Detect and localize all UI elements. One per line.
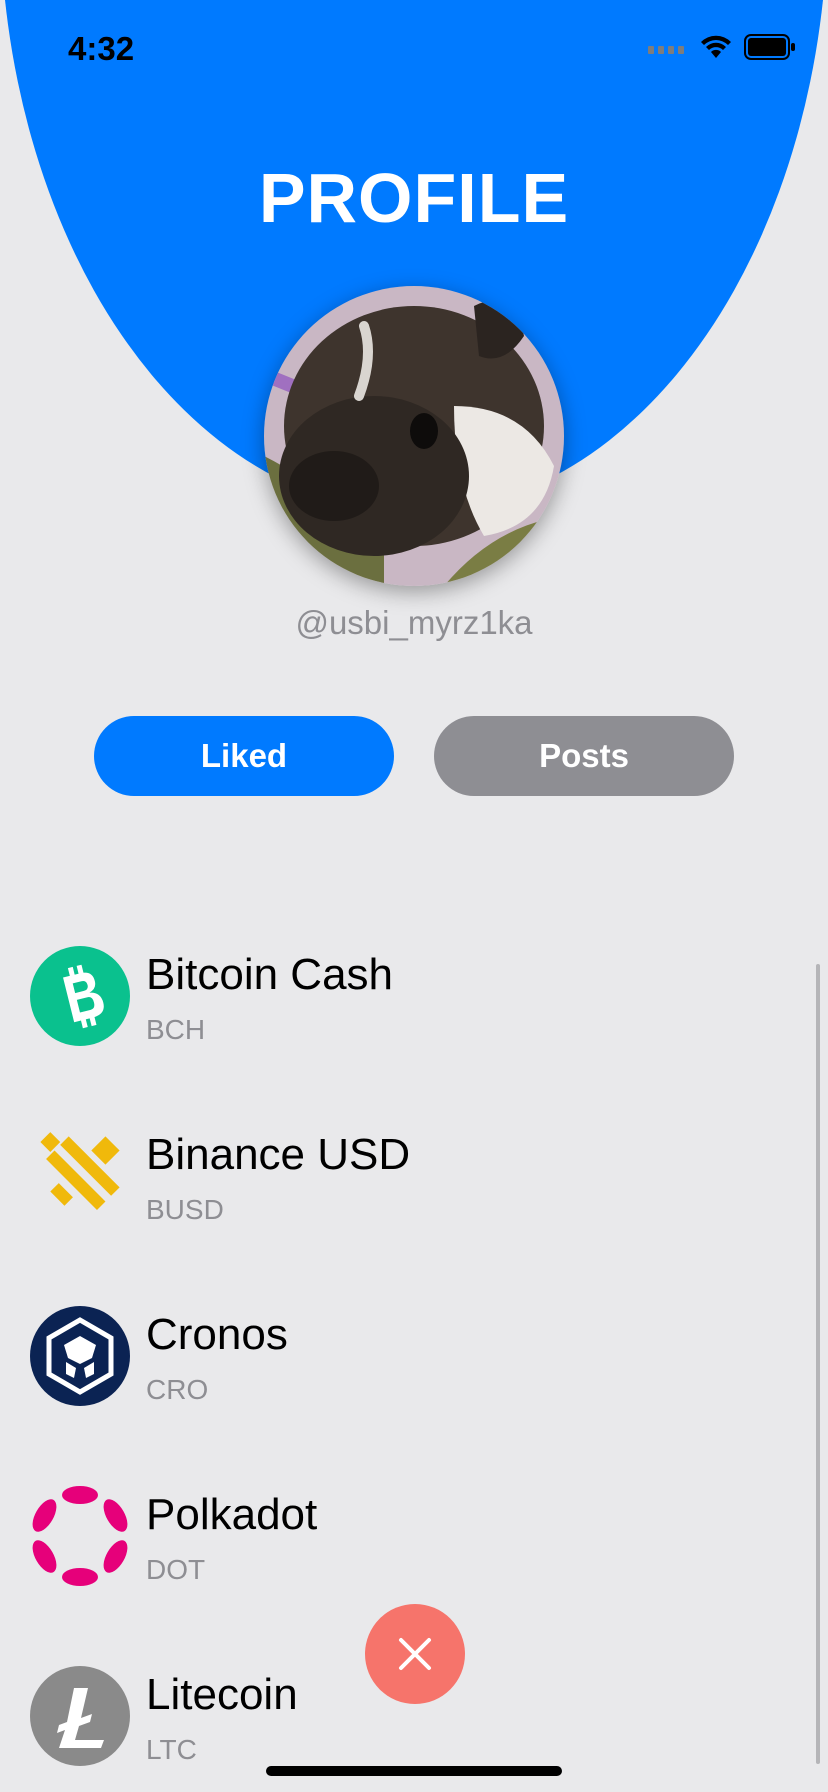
coin-symbol: CRO [146, 1374, 209, 1405]
list-item-bitcoin-cash[interactable]: Bitcoin Cash BCH [0, 922, 800, 1072]
coin-symbol: BUSD [146, 1194, 224, 1225]
wifi-icon [701, 35, 731, 58]
username: @usbi_myrz1ka [295, 604, 533, 641]
coin-name: Binance USD [146, 1130, 411, 1179]
coin-name: Cronos [146, 1310, 288, 1359]
coin-symbol: LTC [146, 1734, 197, 1765]
rabbit-photo [264, 286, 564, 586]
status-time: 4:32 [68, 30, 135, 67]
binance-usd-icon [40, 1132, 120, 1210]
page-title: PROFILE [258, 159, 570, 237]
coin-name: Bitcoin Cash [146, 950, 394, 999]
close-button[interactable] [365, 1604, 465, 1704]
list-item-cronos[interactable]: Cronos CRO [0, 1282, 800, 1432]
cellular-signal-icon [648, 46, 684, 54]
close-icon [399, 1638, 431, 1670]
scrollbar[interactable] [816, 964, 820, 1764]
liked-tab-button[interactable]: Liked [94, 716, 394, 796]
cronos-icon [30, 1306, 130, 1406]
coin-name: Polkadot [146, 1490, 318, 1539]
battery-icon [744, 34, 795, 60]
polkadot-icon [32, 1486, 128, 1586]
list-item-polkadot[interactable]: Polkadot DOT [0, 1462, 800, 1612]
coin-symbol: DOT [146, 1554, 206, 1585]
coin-symbol: BCH [146, 1014, 206, 1045]
litecoin-icon [30, 1666, 130, 1766]
bitcoin-cash-icon [30, 946, 130, 1046]
home-indicator [266, 1766, 562, 1776]
posts-tab-button[interactable]: Posts [434, 716, 734, 796]
avatar[interactable] [264, 286, 564, 586]
status-indicators [648, 34, 796, 60]
list-item-binance-usd[interactable]: Binance USD BUSD [0, 1102, 800, 1252]
coin-name: Litecoin [146, 1670, 298, 1719]
